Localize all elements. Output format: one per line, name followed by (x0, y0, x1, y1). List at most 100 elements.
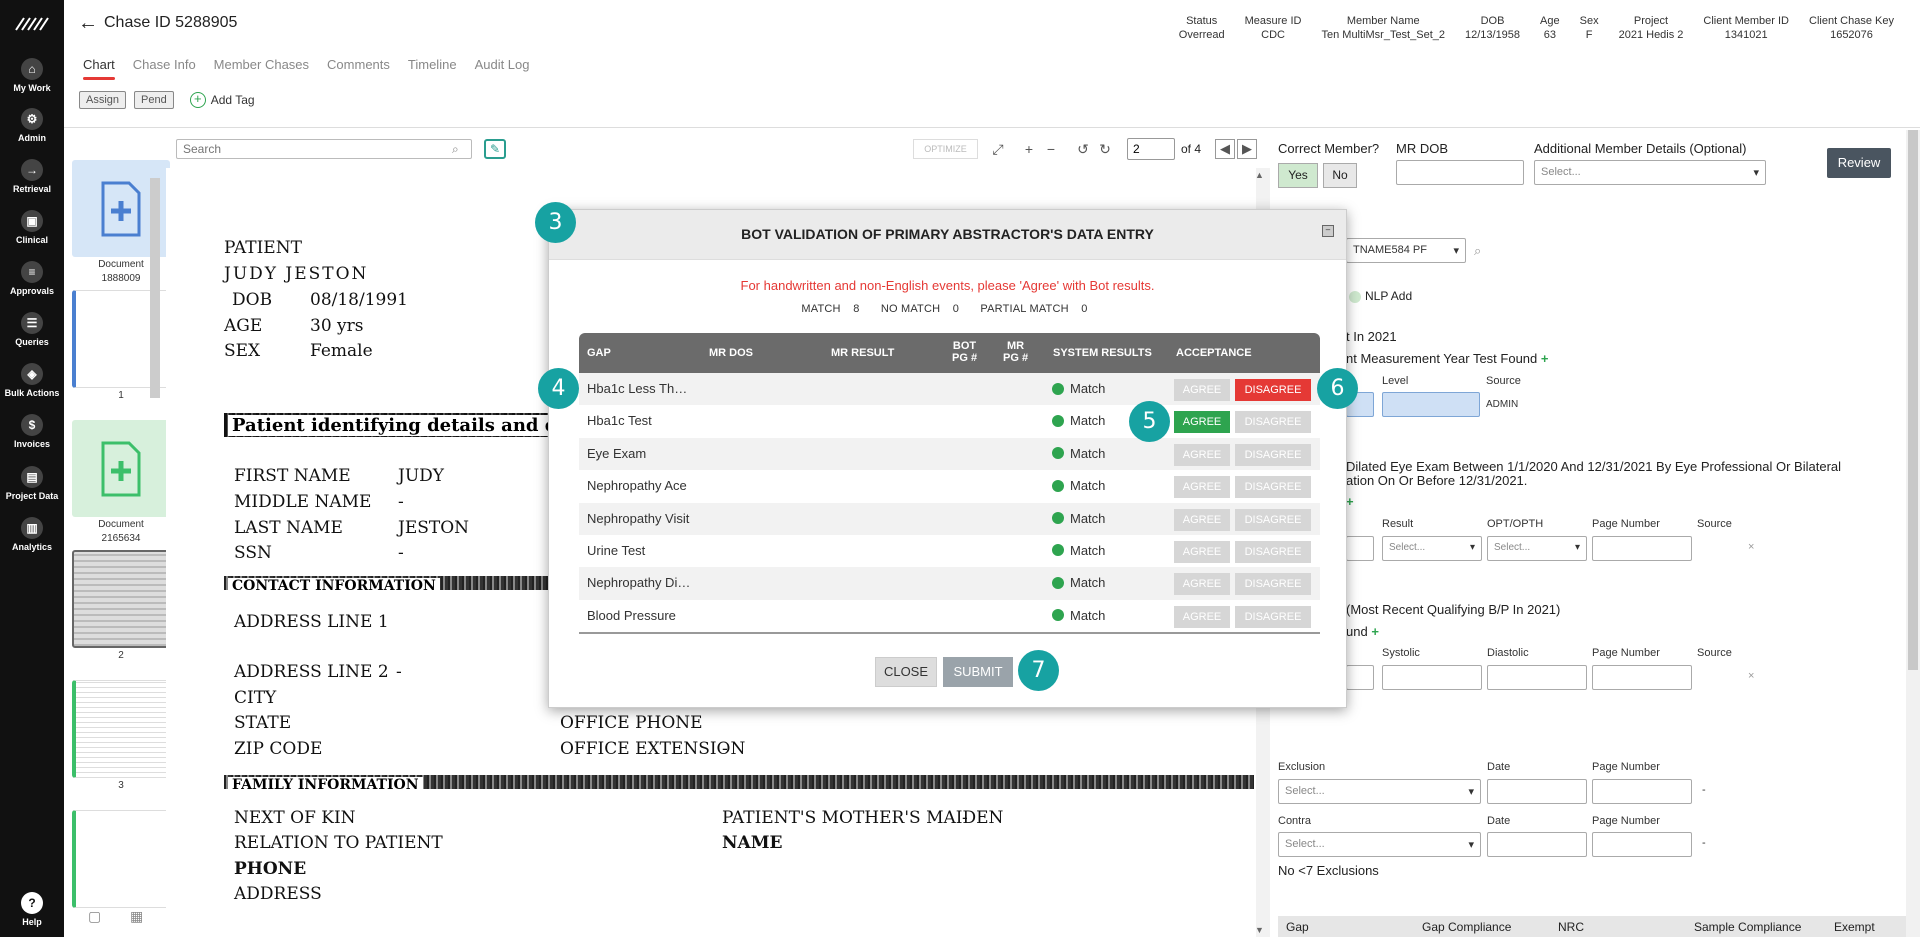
agree-button[interactable]: AGREE (1174, 508, 1230, 531)
scroll-up-icon[interactable]: ▲ (1255, 170, 1264, 180)
disagree-button[interactable]: DISAGREE (1235, 540, 1311, 563)
meta-value: 2021 Hedis 2 (1618, 29, 1684, 41)
tab-chase-info[interactable]: Chase Info (133, 57, 196, 72)
scroll-down-icon[interactable]: ▼ (1255, 925, 1264, 935)
result-select[interactable]: Select... (1382, 536, 1482, 561)
disagree-button[interactable]: DISAGREE (1235, 508, 1311, 531)
rotate-right-icon[interactable]: ↻ (1095, 139, 1115, 159)
exclusion-date-input[interactable] (1487, 779, 1587, 804)
no-button[interactable]: No (1323, 163, 1357, 188)
page-number-input[interactable] (1592, 665, 1692, 690)
agree-button[interactable]: AGREE (1174, 605, 1230, 628)
page-number-input[interactable] (1127, 138, 1175, 160)
app-logo-icon[interactable] (14, 14, 50, 34)
nav-my-work[interactable]: ⌂ My Work (0, 58, 64, 93)
thumbnail-scrollbar[interactable] (150, 178, 160, 398)
nav-project-data[interactable]: ▤ Project Data (0, 466, 64, 501)
disagree-button[interactable]: DISAGREE (1235, 573, 1311, 596)
exclusion-select[interactable]: Select... (1278, 779, 1481, 804)
nav-bulk-actions[interactable]: ◈ Bulk Actions (0, 363, 64, 398)
zoom-out-icon[interactable]: − (1041, 139, 1061, 159)
column-header: Gap Compliance (1422, 919, 1512, 934)
date-input[interactable] (1346, 665, 1374, 690)
systolic-input[interactable] (1382, 665, 1482, 690)
disagree-button[interactable]: DISAGREE (1235, 476, 1311, 499)
tab-timeline[interactable]: Timeline (408, 57, 457, 72)
grid-view-icon[interactable]: ▦ (130, 908, 143, 925)
right-panel-scrollbar[interactable] (1906, 130, 1920, 937)
agree-button[interactable]: AGREE (1174, 411, 1230, 434)
tab-chart[interactable]: Chart (83, 57, 115, 80)
nlp-toggle-icon[interactable] (1349, 291, 1361, 303)
level-input[interactable] (1382, 392, 1480, 417)
thumb-document-2[interactable]: Document 2165634 (72, 420, 170, 545)
add-tag-button[interactable]: + Add Tag (189, 92, 255, 108)
tab-audit-log[interactable]: Audit Log (475, 57, 530, 72)
add-icon[interactable]: + (1371, 624, 1379, 639)
search-icon[interactable]: ⌕ (452, 142, 459, 157)
optimize-button[interactable]: OPTIMIZE (913, 139, 978, 159)
submit-button[interactable]: SUBMIT (943, 657, 1013, 687)
nav-help[interactable]: ? Help (0, 892, 64, 927)
minimize-icon[interactable]: – (1322, 225, 1334, 237)
contra-date-input[interactable] (1487, 832, 1587, 857)
disagree-button[interactable]: DISAGREE (1235, 443, 1311, 466)
pend-button[interactable]: Pend (134, 91, 174, 109)
tab-member-chases[interactable]: Member Chases (214, 57, 309, 72)
scroll-thumb[interactable] (1908, 130, 1918, 670)
nav-queries[interactable]: ☰ Queries (0, 312, 64, 347)
bp-found-label: und (1346, 624, 1368, 639)
provider-select[interactable]: TNAME584 PF (1346, 238, 1466, 263)
assign-button[interactable]: Assign (79, 91, 127, 109)
thumb-page-3[interactable]: 3 (72, 680, 170, 792)
thumb-page-number: 3 (118, 780, 124, 791)
agree-button[interactable]: AGREE (1174, 443, 1230, 466)
diastolic-input[interactable] (1487, 665, 1587, 690)
contra-select[interactable]: Select... (1278, 832, 1481, 857)
zoom-in-icon[interactable]: + (1019, 139, 1039, 159)
thumb-page-4[interactable] (72, 810, 170, 908)
doc-text: 30 yrs (310, 316, 364, 336)
agree-button[interactable]: AGREE (1174, 379, 1230, 401)
opt-opth-select[interactable]: Select... (1487, 536, 1587, 561)
nav-admin[interactable]: ⚙ Admin (0, 108, 64, 143)
agree-button[interactable]: AGREE (1174, 476, 1230, 499)
fit-screen-icon[interactable]: ⤢ (988, 139, 1008, 159)
nav-retrieval[interactable]: → Retrieval (0, 159, 64, 194)
disagree-button[interactable]: DISAGREE (1235, 605, 1311, 628)
search-input[interactable] (176, 139, 472, 159)
highlight-pen-icon[interactable]: ✎ (484, 139, 506, 159)
nav-approvals[interactable]: ≡ Approvals (0, 261, 64, 296)
remove-icon[interactable]: × (1748, 670, 1754, 682)
disagree-button[interactable]: DISAGREE (1235, 379, 1311, 401)
tab-comments[interactable]: Comments (327, 57, 390, 72)
exclusion-page-input[interactable] (1592, 779, 1692, 804)
date-input[interactable] (1346, 536, 1374, 561)
column-header: MR DOS (709, 347, 753, 359)
agree-button[interactable]: AGREE (1174, 573, 1230, 596)
review-button[interactable]: Review (1827, 148, 1891, 178)
rotate-left-icon[interactable]: ↺ (1073, 139, 1093, 159)
thumb-page-2[interactable]: 2 (72, 550, 170, 662)
mr-dob-input[interactable] (1396, 160, 1524, 185)
contra-page-input[interactable] (1592, 832, 1692, 857)
close-button[interactable]: CLOSE (875, 657, 937, 687)
additional-details-select[interactable]: Select... (1534, 160, 1766, 185)
disagree-button[interactable]: DISAGREE (1235, 411, 1311, 434)
add-icon[interactable]: + (1346, 494, 1354, 509)
nav-invoices[interactable]: $ Invoices (0, 414, 64, 449)
medical-document-icon (101, 441, 141, 496)
single-view-icon[interactable]: ▢ (88, 908, 101, 925)
yes-button[interactable]: Yes (1278, 163, 1318, 188)
add-icon[interactable]: + (1541, 351, 1549, 366)
remove-icon[interactable]: × (1748, 541, 1754, 553)
back-arrow-icon[interactable]: ← (78, 12, 98, 34)
page-number-input[interactable] (1592, 536, 1692, 561)
next-page-icon[interactable]: ▶ (1237, 139, 1257, 159)
nav-analytics[interactable]: ▥ Analytics (0, 517, 64, 552)
prev-page-icon[interactable]: ◀ (1215, 139, 1235, 159)
agree-button[interactable]: AGREE (1174, 540, 1230, 563)
nav-clinical[interactable]: ▣ Clinical (0, 210, 64, 245)
doc-text: - (396, 662, 402, 682)
search-icon[interactable]: ⌕ (1474, 243, 1481, 259)
